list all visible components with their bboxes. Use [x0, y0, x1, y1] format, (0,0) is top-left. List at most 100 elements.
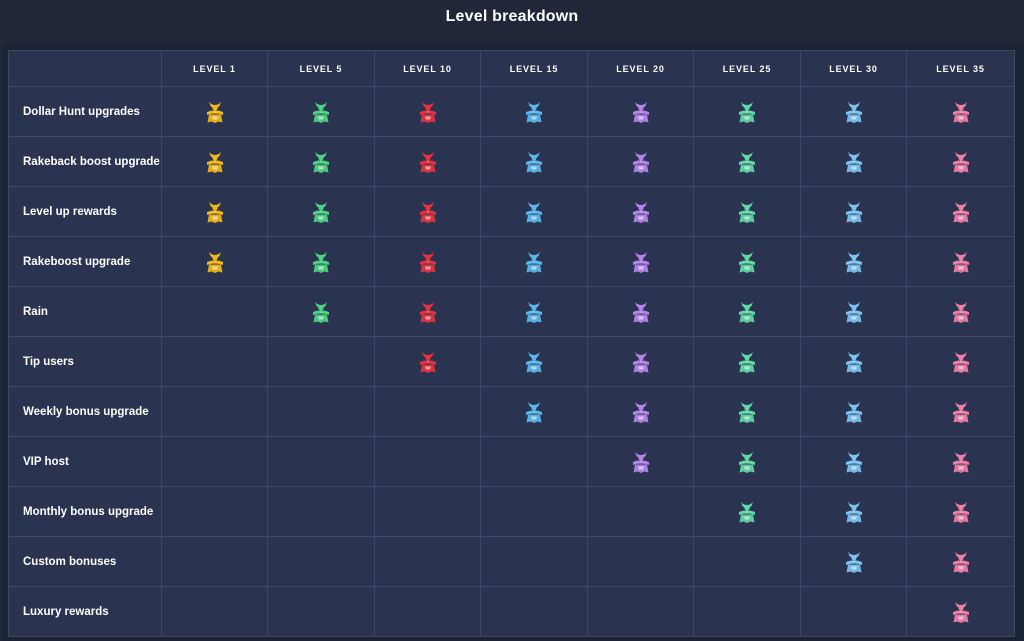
level-header: LEVEL 35	[906, 50, 1015, 87]
feature-label: VIP host	[8, 436, 162, 487]
level-cell	[800, 486, 907, 537]
level-cell	[906, 186, 1015, 237]
level-header: LEVEL 15	[480, 50, 588, 87]
level-cell	[161, 136, 268, 187]
level-cell	[693, 486, 801, 537]
samurai-helmet-icon	[205, 250, 225, 274]
feature-label: Weekly bonus upgrade	[8, 386, 162, 437]
level-header: LEVEL 25	[693, 50, 801, 87]
table-row: Custom bonuses	[8, 536, 1015, 587]
samurai-helmet-icon	[631, 250, 651, 274]
level-cell	[374, 86, 481, 137]
level-cell	[800, 136, 907, 187]
feature-label: Monthly bonus upgrade	[8, 486, 162, 537]
level-cell	[587, 86, 694, 137]
level-cell	[587, 136, 694, 187]
samurai-helmet-icon	[205, 150, 225, 174]
level-cell	[374, 436, 481, 487]
level-cell	[374, 386, 481, 437]
table-row: Weekly bonus upgrade	[8, 386, 1015, 437]
level-cell	[267, 286, 375, 337]
level-cell	[267, 486, 375, 537]
table-body: Dollar Hunt upgrades Rakeback boost upgra…	[8, 86, 1015, 637]
samurai-helmet-icon	[524, 200, 544, 224]
table-row: Rakeback boost upgrade	[8, 136, 1015, 187]
samurai-helmet-icon	[844, 550, 864, 574]
samurai-helmet-icon	[737, 150, 757, 174]
level-header: LEVEL 5	[267, 50, 375, 87]
level-cell	[374, 286, 481, 337]
samurai-helmet-icon	[951, 100, 971, 124]
level-cell	[161, 486, 268, 537]
samurai-helmet-icon	[311, 200, 331, 224]
samurai-helmet-icon	[951, 350, 971, 374]
header-corner	[8, 50, 162, 87]
samurai-helmet-icon	[737, 200, 757, 224]
samurai-helmet-icon	[524, 100, 544, 124]
samurai-helmet-icon	[418, 250, 438, 274]
level-cell	[587, 186, 694, 237]
page: Level breakdown LEVEL 1 LEVEL 5 LEVEL 10 LE…	[0, 0, 1024, 641]
level-cell	[906, 286, 1015, 337]
samurai-helmet-icon	[737, 450, 757, 474]
samurai-helmet-icon	[631, 150, 651, 174]
samurai-helmet-icon	[311, 150, 331, 174]
samurai-helmet-icon	[737, 400, 757, 424]
level-cell	[480, 386, 588, 437]
samurai-helmet-icon	[737, 250, 757, 274]
level-cell	[161, 286, 268, 337]
level-cell	[800, 86, 907, 137]
table-row: Tip users	[8, 336, 1015, 387]
header-row: LEVEL 1 LEVEL 5 LEVEL 10 LEVEL 15 LEVEL 20 LE…	[8, 50, 1015, 87]
level-cell	[267, 236, 375, 287]
samurai-helmet-icon	[844, 300, 864, 324]
samurai-helmet-icon	[311, 300, 331, 324]
table-row: Rain	[8, 286, 1015, 337]
samurai-helmet-icon	[951, 450, 971, 474]
samurai-helmet-icon	[951, 500, 971, 524]
samurai-helmet-icon	[418, 150, 438, 174]
level-cell	[800, 186, 907, 237]
level-cell	[693, 386, 801, 437]
samurai-helmet-icon	[205, 100, 225, 124]
level-cell	[480, 486, 588, 537]
level-cell	[906, 486, 1015, 537]
feature-label: Custom bonuses	[8, 536, 162, 587]
level-cell	[800, 286, 907, 337]
samurai-helmet-icon	[951, 550, 971, 574]
level-cell	[267, 436, 375, 487]
table-row: VIP host	[8, 436, 1015, 487]
level-cell	[587, 536, 694, 587]
table-row: Level up rewards	[8, 186, 1015, 237]
samurai-helmet-icon	[524, 300, 544, 324]
level-cell	[374, 486, 481, 537]
level-cell	[906, 336, 1015, 387]
feature-label: Dollar Hunt upgrades	[8, 86, 162, 137]
samurai-helmet-icon	[951, 200, 971, 224]
level-cell	[374, 136, 481, 187]
level-cell	[161, 436, 268, 487]
level-cell	[161, 536, 268, 587]
level-cell	[161, 236, 268, 287]
level-cell	[374, 236, 481, 287]
samurai-helmet-icon	[524, 350, 544, 374]
level-cell	[480, 536, 588, 587]
level-cell	[693, 236, 801, 287]
samurai-helmet-icon	[951, 250, 971, 274]
feature-label: Luxury rewards	[8, 586, 162, 637]
samurai-helmet-icon	[418, 100, 438, 124]
level-cell	[267, 586, 375, 637]
level-cell	[693, 536, 801, 587]
level-cell	[374, 586, 481, 637]
level-cell	[587, 436, 694, 487]
level-cell	[480, 186, 588, 237]
level-cell	[480, 436, 588, 487]
table-row: Monthly bonus upgrade	[8, 486, 1015, 537]
samurai-helmet-icon	[844, 350, 864, 374]
samurai-helmet-icon	[524, 250, 544, 274]
page-title: Level breakdown	[445, 8, 579, 25]
level-cell	[161, 86, 268, 137]
samurai-helmet-icon	[737, 100, 757, 124]
samurai-helmet-icon	[844, 150, 864, 174]
level-cell	[480, 586, 588, 637]
